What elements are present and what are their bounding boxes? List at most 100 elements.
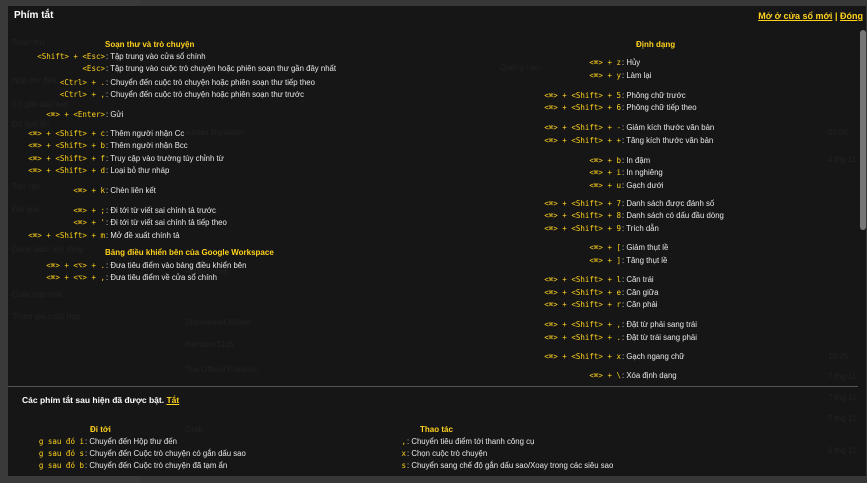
- link-separator: |: [834, 11, 838, 21]
- shortcut-keys: g sau đó s: [38, 449, 84, 458]
- shortcut-keys: g sau đó b: [38, 461, 84, 470]
- scrollbar[interactable]: [860, 30, 866, 230]
- shortcut-description: : Phông chữ tiếp theo: [622, 103, 697, 112]
- shortcut-description: : Xóa định dạng: [622, 371, 677, 380]
- shortcut-keys: <⌘> + <Shift> + 9: [544, 224, 621, 233]
- shortcut-description: : Tập trung vào cửa sổ chính: [106, 52, 206, 61]
- shortcut-description: : Danh sách được đánh số: [622, 199, 715, 208]
- section-goto-title: Đi tới: [90, 425, 111, 434]
- shortcut-description: : Căn phải: [622, 300, 658, 309]
- shortcut-keys: <⌘> + <Shift> + 6: [544, 103, 621, 112]
- shortcuts-dialog: [8, 6, 866, 476]
- shortcut-description: : Tập trung vào cuộc trò chuyện hoặc phi…: [106, 64, 337, 73]
- shortcut-keys: s: [401, 461, 406, 470]
- shortcut-description: : Chuyển tiêu điểm tới thanh công cụ: [407, 437, 535, 446]
- dialog-links: Mở ở cửa sổ mới | Đóng: [758, 11, 863, 21]
- shortcut-description: : Giảm thụt lề: [622, 243, 669, 252]
- shortcut-description: : Thêm người nhận Cc: [106, 129, 185, 138]
- shortcut-keys: <⌘> + <Shift> + -: [544, 123, 621, 132]
- shortcut-keys: ,: [401, 437, 406, 446]
- shortcut-keys: <⌘> + <⌥> + .: [46, 261, 105, 270]
- enabled-note: Các phím tắt sau hiện đã được bật. Tắt: [22, 395, 179, 405]
- shortcut-keys: <⌘> + <Shift> + m: [28, 231, 105, 240]
- shortcut-description: : Chuyển đến Cuộc trò chuyện có gắn dấu …: [85, 449, 246, 458]
- shortcut-keys: <⌘> + ;: [73, 206, 105, 215]
- shortcut-description: : Căn giữa: [622, 288, 659, 297]
- shortcut-description: : Chọn cuộc trò chuyện: [407, 449, 488, 458]
- shortcut-keys: <⌘> + <Shift> + x: [544, 352, 621, 361]
- shortcut-description: : Chuyển đến Hộp thư đến: [85, 437, 177, 446]
- shortcut-description: : In nghiêng: [622, 168, 663, 177]
- shortcut-keys: <⌘> + <Shift> + .: [544, 333, 621, 342]
- shortcut-keys: x: [401, 449, 406, 458]
- open-new-window-link[interactable]: Mở ở cửa sổ mới: [758, 11, 832, 21]
- section-workspace-title: Bảng điều khiển bên của Google Workspace: [105, 248, 274, 257]
- shortcut-keys: <Shift> + <Esc>: [37, 52, 105, 61]
- shortcut-description: : Căn trái: [622, 275, 654, 284]
- shortcut-description: : Loại bỏ thư nháp: [106, 166, 170, 175]
- shortcut-description: : Chuyển sang chế độ gắn dấu sao/Xoay tr…: [407, 461, 614, 470]
- shortcut-description: : Hủy: [622, 58, 641, 67]
- shortcut-keys: <⌘> + y: [589, 71, 621, 80]
- shortcut-description: : Danh sách có dấu đầu dòng: [622, 211, 724, 220]
- shortcut-keys: <⌘> + ]: [589, 256, 621, 265]
- shortcut-keys: <⌘> + <Shift> + b: [28, 141, 105, 150]
- shortcut-description: : Gạch dưới: [622, 181, 664, 190]
- close-link[interactable]: Đóng: [840, 11, 863, 21]
- shortcut-keys: <⌘> + <Shift> + r: [544, 300, 621, 309]
- shortcut-description: : Chuyển đến cuộc trò chuyện hoặc phiên …: [106, 90, 305, 99]
- enabled-note-text: Các phím tắt sau hiện đã được bật.: [22, 395, 165, 405]
- shortcut-description: : Mở đề xuất chính tả: [106, 231, 180, 240]
- shortcut-keys: <Esc>: [82, 64, 105, 73]
- shortcut-keys: <Ctrl> + .: [59, 78, 105, 87]
- shortcut-keys: <⌘> + <Shift> + 8: [544, 211, 621, 220]
- shortcut-keys: <⌘> + z: [589, 58, 621, 67]
- shortcut-description: : Gạch ngang chữ: [622, 352, 685, 361]
- section-divider: [8, 386, 858, 387]
- shortcut-description: : Đưa tiêu điểm về cửa sổ chính: [106, 273, 217, 282]
- shortcut-keys: <⌘> + i: [589, 168, 621, 177]
- shortcut-keys: <⌘> + <Shift> + f: [28, 154, 105, 163]
- shortcut-description: : Truy cập vào trường tùy chỉnh từ: [106, 154, 224, 163]
- shortcut-description: : Tăng kích thước văn bản: [622, 136, 714, 145]
- shortcut-description: : Gửi: [106, 110, 124, 119]
- shortcut-keys: <⌘> + [: [589, 243, 621, 252]
- shortcut-description: : Giảm kích thước văn bản: [622, 123, 715, 132]
- shortcut-keys: <⌘> + <Shift> + 5: [544, 91, 621, 100]
- shortcut-keys: <⌘> + <Shift> + d: [28, 166, 105, 175]
- shortcut-description: : Đi tới từ viết sai chính tả trước: [106, 206, 216, 215]
- shortcut-keys: <⌘> + <Shift> + 7: [544, 199, 621, 208]
- shortcut-description: : In đậm: [622, 156, 651, 165]
- shortcut-keys: <⌘> + <Shift> + e: [544, 288, 621, 297]
- shortcut-description: : Đặt từ trái sang phải: [622, 333, 697, 342]
- shortcut-description: : Chèn liên kết: [106, 186, 156, 195]
- shortcut-description: : Đi tới từ viết sai chính tả tiếp theo: [106, 218, 227, 227]
- shortcut-keys: <⌘> + \: [589, 371, 621, 380]
- shortcut-keys: <Ctrl> + ,: [59, 90, 105, 99]
- section-format-title: Định dạng: [636, 40, 676, 49]
- shortcut-keys: <⌘> + <Shift> + +: [544, 136, 621, 145]
- disable-link[interactable]: Tắt: [166, 395, 179, 405]
- shortcut-description: : Chuyển đến Cuộc trò chuyện đã tạm ẩn: [85, 461, 228, 470]
- dialog-title: Phím tắt: [14, 10, 54, 21]
- shortcut-keys: <⌘> + <Shift> + ,: [544, 320, 621, 329]
- shortcut-keys: <⌘> + k: [73, 186, 105, 195]
- shortcut-description: : Đặt từ phải sang trái: [622, 320, 697, 329]
- shortcut-description: : Tăng thụt lề: [622, 256, 668, 265]
- shortcut-description: : Thêm người nhận Bcc: [106, 141, 188, 150]
- shortcut-description: : Làm lại: [622, 71, 652, 80]
- section-actions-title: Thao tác: [420, 425, 453, 434]
- shortcut-keys: <⌘> + ': [73, 218, 105, 227]
- section-compose-title: Soạn thư và trò chuyện: [105, 40, 195, 49]
- shortcut-description: : Chuyển đến cuộc trò chuyện hoặc phiên …: [106, 78, 315, 87]
- shortcut-keys: <⌘> + <Enter>: [46, 110, 105, 119]
- shortcut-keys: <⌘> + <⌥> + ,: [46, 273, 105, 282]
- shortcut-description: : Đưa tiêu điểm vào bảng điều khiển bên: [106, 261, 247, 270]
- shortcut-description: : Trích dẫn: [622, 224, 659, 233]
- shortcut-keys: <⌘> + u: [589, 181, 621, 190]
- shortcut-keys: g sau đó i: [38, 437, 84, 446]
- shortcut-keys: <⌘> + <Shift> + c: [28, 129, 105, 138]
- shortcut-keys: <⌘> + b: [589, 156, 621, 165]
- shortcut-description: : Phông chữ trước: [622, 91, 686, 100]
- shortcut-keys: <⌘> + <Shift> + l: [544, 275, 621, 284]
